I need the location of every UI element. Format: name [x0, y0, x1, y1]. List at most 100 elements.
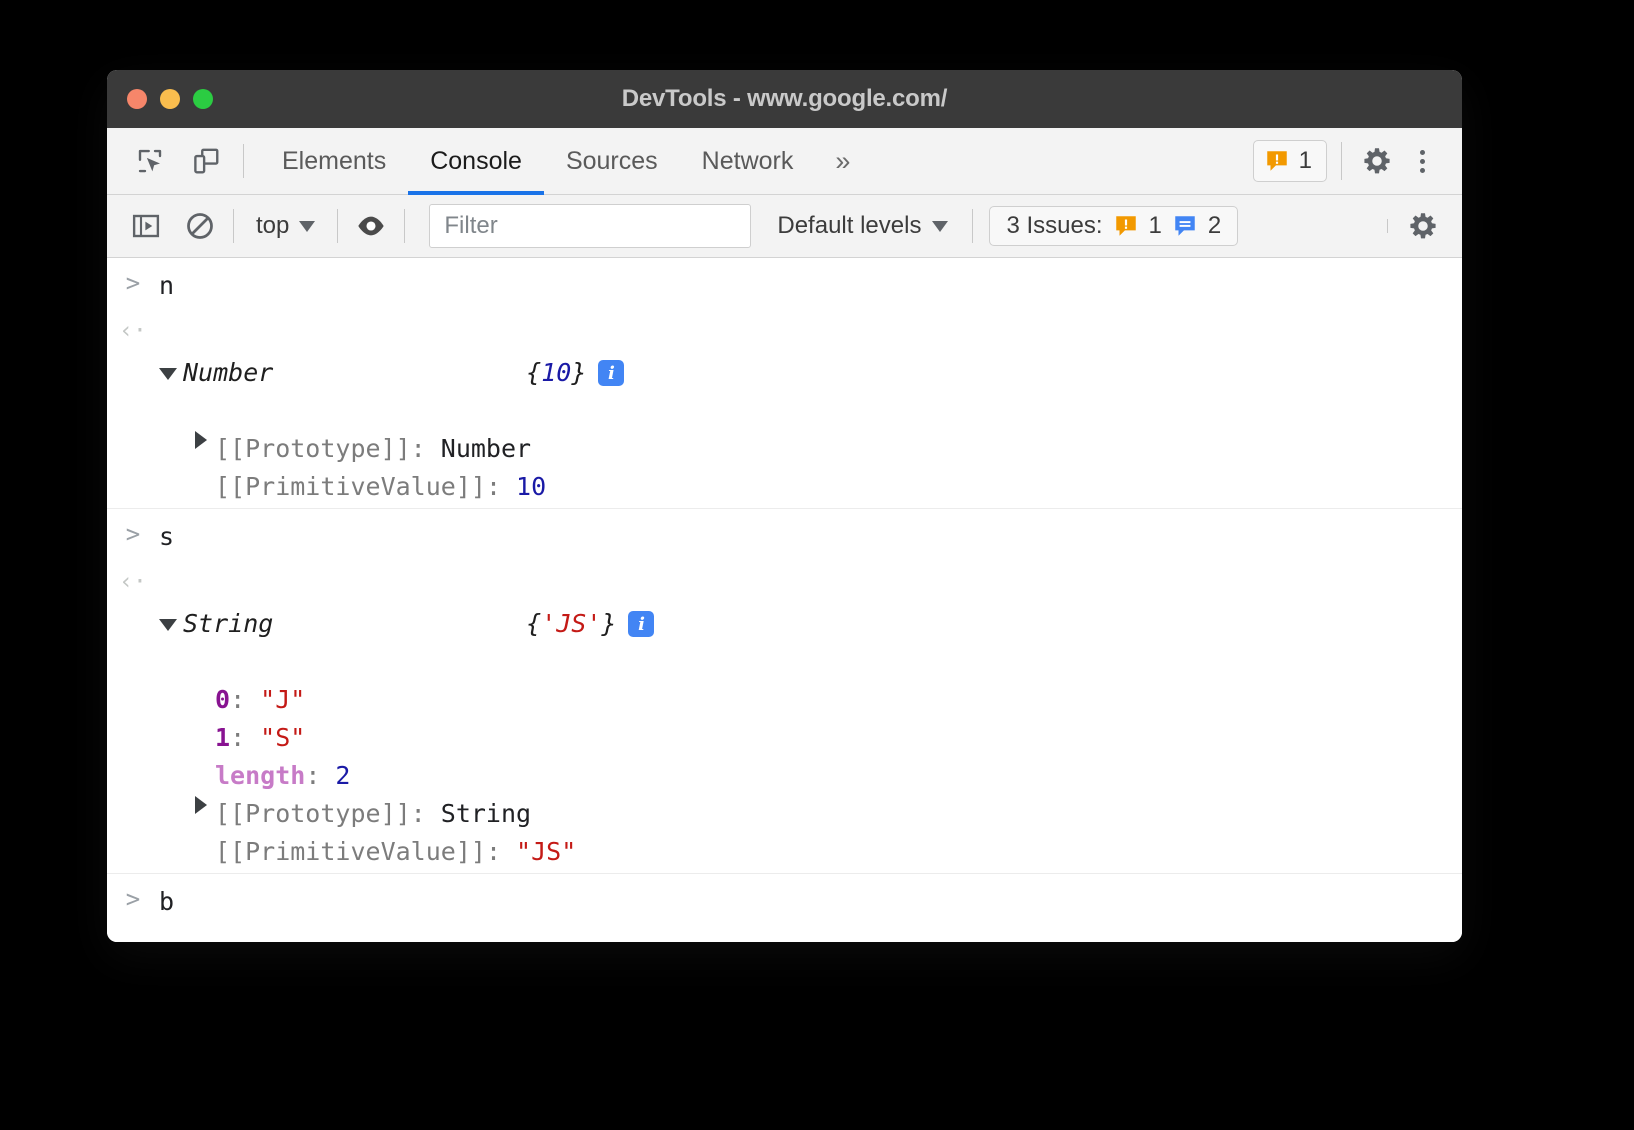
- console-result-body: Number {10} i [[Prototype]] : Number: [159, 316, 624, 506]
- clear-console-icon[interactable]: [179, 205, 221, 247]
- console-group-number: > n ‹· Number {10}: [107, 258, 1462, 509]
- object-preview: {10}: [285, 316, 586, 430]
- preview-brace-open: {: [526, 609, 541, 638]
- tab-network[interactable]: Network: [680, 128, 816, 194]
- disclosure-triangle-closed-icon[interactable]: [195, 431, 207, 449]
- disclosure-triangle-open-icon[interactable]: [159, 619, 177, 631]
- object-header[interactable]: Boolean {false} i: [159, 932, 685, 942]
- minimize-window-button[interactable]: [160, 89, 180, 109]
- window-titlebar: DevTools - www.google.com/: [107, 70, 1462, 128]
- return-arrow-icon: ‹·: [119, 318, 147, 344]
- maximize-window-button[interactable]: [193, 89, 213, 109]
- object-property-row: length : 2: [215, 757, 654, 795]
- property-colon: :: [230, 681, 260, 719]
- preview-value: 'JS': [541, 609, 601, 638]
- property-key: [[PrimitiveValue]]: [215, 833, 486, 871]
- object-property-row[interactable]: [[Prototype]] : String: [195, 795, 654, 833]
- tabs-right-divider: [1341, 142, 1342, 180]
- log-levels-selector[interactable]: Default levels: [763, 212, 962, 240]
- console-toolbar-divider-1: [233, 209, 234, 243]
- property-colon: :: [486, 833, 516, 871]
- property-value: Number: [441, 430, 531, 468]
- console-sidebar-toggle-icon[interactable]: [125, 205, 167, 247]
- info-issue-icon: [1172, 213, 1198, 239]
- object-preview: {false}: [300, 932, 646, 942]
- execution-context-selector[interactable]: top: [246, 212, 325, 240]
- kebab-dot: [1420, 168, 1425, 173]
- devtools-settings-gear-icon[interactable]: [1356, 140, 1398, 182]
- panel-tabs: Elements Console Sources Network »: [260, 128, 870, 194]
- devtools-tabs-bar: Elements Console Sources Network »: [107, 128, 1462, 195]
- property-key: [[Prototype]]: [215, 795, 411, 833]
- console-result-row: ‹· Boolean {false} i: [107, 926, 1462, 942]
- screenshot-root: DevTools - www.google.com/: [0, 0, 1634, 1130]
- console-input-row[interactable]: > s: [107, 509, 1462, 561]
- issues-summary-button[interactable]: 3 Issues: 1 2: [989, 206, 1238, 246]
- issues-warning-count: 1: [1149, 212, 1162, 240]
- console-toolbar-divider-4: [972, 209, 973, 243]
- property-value: "JS": [516, 833, 576, 871]
- property-key: length: [215, 757, 305, 795]
- console-settings-gear-icon[interactable]: [1402, 205, 1444, 247]
- preview-brace-close: }: [601, 609, 616, 638]
- info-badge-icon[interactable]: i: [598, 360, 624, 386]
- property-value: 2: [335, 757, 350, 795]
- tab-sources[interactable]: Sources: [544, 128, 680, 194]
- property-key: 0: [215, 681, 230, 719]
- console-result-body: String {'JS'} i 0 : "J" 1: [159, 567, 654, 871]
- object-header[interactable]: String {'JS'} i: [159, 567, 654, 681]
- console-group-string: > s ‹· String {'JS'}: [107, 509, 1462, 874]
- warning-count-badge[interactable]: 1: [1253, 140, 1327, 182]
- property-value: "S": [260, 719, 305, 757]
- input-chevron-icon: >: [126, 520, 140, 548]
- tab-sources-label: Sources: [566, 147, 658, 176]
- property-colon: :: [230, 719, 260, 757]
- tab-console[interactable]: Console: [408, 128, 544, 194]
- object-property-row: 1 : "S": [215, 719, 654, 757]
- console-filter-input[interactable]: Filter: [429, 204, 751, 248]
- chevron-down-icon: [299, 221, 315, 232]
- device-toolbar-icon[interactable]: [185, 140, 227, 182]
- execution-context-label: top: [256, 212, 289, 240]
- devtools-window: DevTools - www.google.com/: [107, 70, 1462, 942]
- info-badge-icon[interactable]: i: [628, 611, 654, 637]
- object-property-row[interactable]: [[Prototype]] : Number: [195, 430, 624, 468]
- console-input-row[interactable]: > n: [107, 258, 1462, 310]
- property-key: [[Prototype]]: [215, 430, 411, 468]
- more-tabs-icon[interactable]: »: [815, 128, 870, 194]
- warning-icon: [1113, 213, 1139, 239]
- property-value: "J": [260, 681, 305, 719]
- devtools-main-menu-icon[interactable]: [1402, 140, 1442, 182]
- return-arrow-gutter: ‹·: [107, 567, 159, 595]
- inspect-element-icon[interactable]: [129, 140, 171, 182]
- console-output[interactable]: > n ‹· Number {10}: [107, 258, 1462, 942]
- disclosure-triangle-closed-icon[interactable]: [195, 796, 207, 814]
- property-value: String: [441, 795, 531, 833]
- input-chevron-icon: >: [126, 885, 140, 913]
- object-property-row: [[PrimitiveValue]] : 10: [215, 468, 624, 506]
- object-header[interactable]: Number {10} i: [159, 316, 624, 430]
- console-input-text: s: [159, 518, 174, 556]
- console-input-text: b: [159, 883, 174, 921]
- console-toolbar: top Filter Default levels 3 Issues:: [107, 195, 1462, 258]
- issues-label: 3 Issues:: [1006, 212, 1102, 240]
- console-input-row[interactable]: > b: [107, 874, 1462, 926]
- console-result-row: ‹· Number {10} i [[Pr: [107, 310, 1462, 508]
- close-window-button[interactable]: [127, 89, 147, 109]
- return-arrow-gutter: ‹·: [107, 316, 159, 344]
- disclosure-triangle-open-icon[interactable]: [159, 368, 177, 380]
- tab-elements[interactable]: Elements: [260, 128, 408, 194]
- warning-icon: [1264, 148, 1290, 174]
- property-value: 10: [516, 468, 546, 506]
- object-preview: {'JS'}: [285, 567, 616, 681]
- preview-brace-open: {: [526, 358, 541, 387]
- console-result-row: ‹· String {'JS'} i 0 :: [107, 561, 1462, 873]
- object-constructor-name: Number: [183, 354, 273, 392]
- console-toolbar-right: [1373, 205, 1444, 247]
- more-tabs-label: »: [835, 146, 850, 177]
- kebab-dot: [1420, 150, 1425, 155]
- property-key: 1: [215, 719, 230, 757]
- input-chevron-gutter: >: [107, 518, 159, 548]
- tabs-left-icons: [107, 128, 227, 194]
- live-expression-eye-icon[interactable]: [350, 205, 392, 247]
